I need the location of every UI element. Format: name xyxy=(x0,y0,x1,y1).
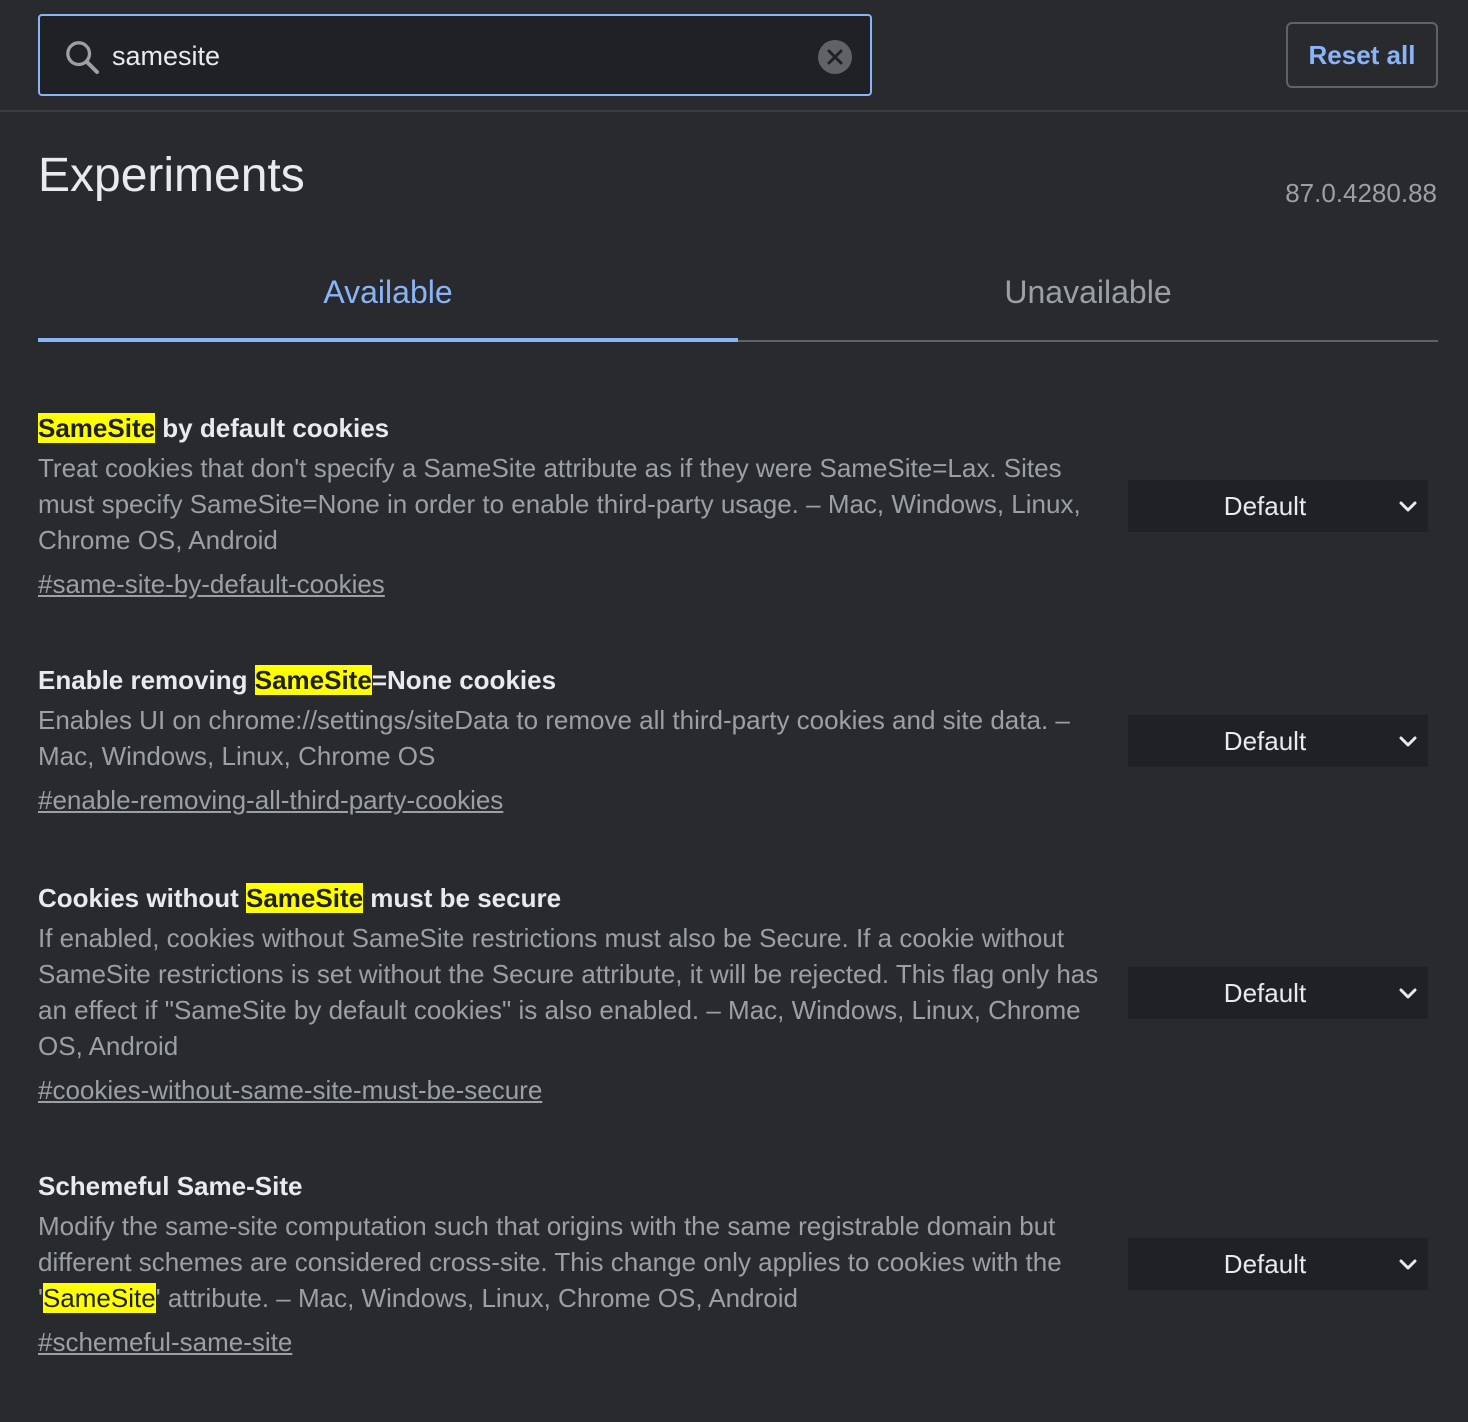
experiment-same-site-by-default-cookies: SameSite by default cookies Treat cookie… xyxy=(38,410,1438,602)
search-box[interactable] xyxy=(38,14,872,96)
experiment-description: Enables UI on chrome://settings/siteData… xyxy=(38,705,1070,771)
search-icon xyxy=(66,41,99,74)
experiment-description: Modify the same-site computation such th… xyxy=(38,1208,1108,1316)
experiment-description: If enabled, cookies without SameSite res… xyxy=(38,923,1099,1061)
experiment-title: Enable removing SameSite=None cookies xyxy=(38,662,1438,698)
search-highlight: SameSite xyxy=(38,413,156,443)
select-value: Default xyxy=(1223,1249,1307,1279)
experiment-title: SameSite by default cookies xyxy=(38,410,1438,446)
search-input[interactable] xyxy=(112,34,802,78)
chevron-down-icon xyxy=(1399,736,1417,747)
experiment-description: Treat cookies that don't specify a SameS… xyxy=(38,453,1081,555)
title-text: must be secure xyxy=(363,883,562,913)
select-value: Default xyxy=(1223,491,1307,521)
tab-available[interactable]: Available xyxy=(38,252,738,340)
active-tab-indicator xyxy=(38,338,738,342)
experiment-title: Cookies without SameSite must be secure xyxy=(38,880,1438,916)
experiment-permalink[interactable]: #schemeful-same-site xyxy=(38,1324,292,1360)
experiment-permalink[interactable]: #cookies-without-same-site-must-be-secur… xyxy=(38,1072,542,1108)
experiment-permalink[interactable]: #enable-removing-all-third-party-cookies xyxy=(38,782,503,818)
title-text: =None cookies xyxy=(371,665,557,695)
tab-bar: Available Unavailable xyxy=(38,252,1438,342)
tab-unavailable[interactable]: Unavailable xyxy=(738,252,1438,340)
title-text: Enable removing xyxy=(38,665,255,695)
chevron-down-icon xyxy=(1399,988,1417,999)
experiment-enable-removing-all-third-party-cookies: Enable removing SameSite=None cookies En… xyxy=(38,662,1438,818)
chevron-down-icon xyxy=(1399,501,1417,512)
reset-all-button[interactable]: Reset all xyxy=(1286,22,1438,88)
search-highlight: SameSite xyxy=(42,1283,156,1313)
version-number: 87.0.4280.88 xyxy=(1285,178,1437,208)
title-text: by default cookies xyxy=(155,413,390,443)
experiment-schemeful-same-site: Schemeful Same-Site Modify the same-site… xyxy=(38,1168,1438,1360)
experiment-title: Schemeful Same-Site xyxy=(38,1171,303,1201)
experiment-permalink[interactable]: #same-site-by-default-cookies xyxy=(38,566,385,602)
search-header: Reset all xyxy=(0,0,1468,112)
experiment-cookies-without-same-site-must-be-secure: Cookies without SameSite must be secure … xyxy=(38,880,1438,1108)
experiment-state-select[interactable]: Default xyxy=(1128,480,1428,532)
experiment-state-select[interactable]: Default xyxy=(1128,967,1428,1019)
select-value: Default xyxy=(1223,726,1307,756)
search-highlight: SameSite xyxy=(246,883,364,913)
search-highlight: SameSite xyxy=(254,665,372,695)
page-title: Experiments xyxy=(38,149,305,202)
description-text: ' attribute. – Mac, Windows, Linux, Chro… xyxy=(155,1283,798,1313)
chevron-down-icon xyxy=(1399,1259,1417,1270)
select-value: Default xyxy=(1223,978,1307,1008)
experiment-state-select[interactable]: Default xyxy=(1128,715,1428,767)
title-text: Cookies without xyxy=(38,883,246,913)
experiment-state-select[interactable]: Default xyxy=(1128,1238,1428,1290)
clear-search-icon[interactable] xyxy=(818,40,852,74)
